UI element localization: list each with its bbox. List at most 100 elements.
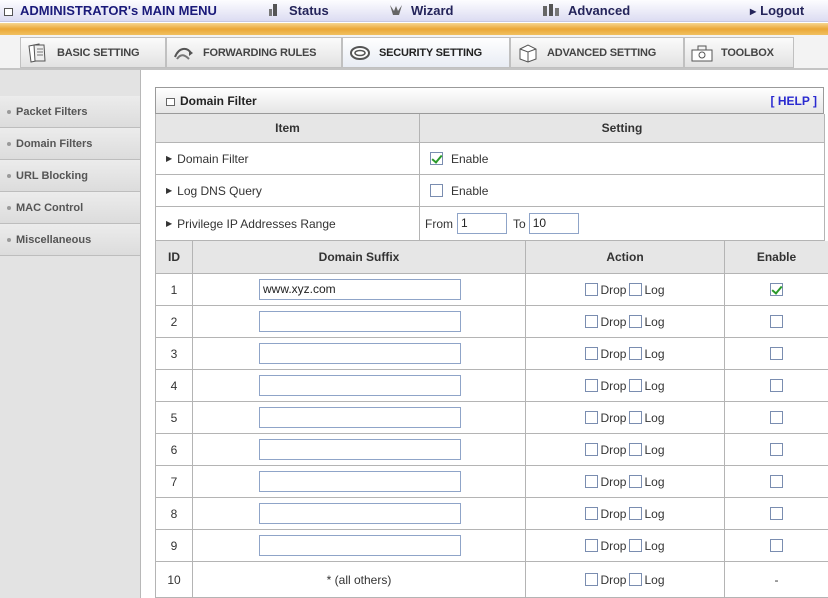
action-cell: Drop Log (526, 466, 725, 498)
log-label: Log (644, 442, 665, 457)
log-checkbox[interactable] (629, 443, 643, 456)
drop-label: Drop (600, 506, 627, 521)
to-label: To (513, 216, 526, 231)
help-link[interactable]: [ HELP ] (771, 94, 817, 108)
enable-cell: - (725, 562, 828, 598)
sidebar-item-mac-control[interactable]: MAC Control (0, 192, 140, 224)
action-cell: Drop Log (526, 274, 725, 306)
domain-suffix-input[interactable]: www.xyz.com (259, 279, 461, 300)
tab-security-setting-label: SECURITY SETTING (379, 46, 482, 59)
row-enable-checkbox[interactable] (770, 347, 783, 360)
domain-suffix-input[interactable] (259, 503, 461, 524)
status-link[interactable]: Status (268, 3, 329, 19)
row-enable-checkbox[interactable] (770, 379, 783, 392)
ip-range-to-input[interactable]: 10 (528, 213, 579, 234)
menu-square-icon (4, 7, 13, 16)
drop-checkbox[interactable] (585, 283, 599, 296)
drop-checkbox[interactable] (585, 379, 599, 392)
log-checkbox[interactable] (629, 539, 643, 552)
domain-filter-enable-label: Enable (451, 151, 489, 166)
drop-checkbox[interactable] (585, 315, 599, 328)
drop-checkbox[interactable] (585, 443, 599, 456)
drop-label: Drop (600, 346, 627, 361)
enable-cell (725, 434, 828, 466)
enable-cell (725, 530, 828, 562)
log-label: Log (644, 506, 665, 521)
log-checkbox[interactable] (629, 283, 643, 296)
domain-suffix-header: Domain Suffix (193, 241, 526, 274)
log-dns-enable-checkbox[interactable] (430, 184, 443, 197)
sidebar-item-packet-filters[interactable]: Packet Filters (0, 96, 140, 128)
tab-forwarding-rules[interactable]: FORWARDING RULES (166, 37, 342, 68)
main-menu-title[interactable]: ADMINISTRATOR's MAIN MENU (4, 3, 217, 19)
wizard-link[interactable]: Wizard (388, 3, 454, 19)
row-id: 10 (156, 562, 193, 598)
arrows-icon (174, 47, 193, 60)
tab-bar: BASIC SETTING FORWARDING RULES SECURITY … (0, 35, 828, 70)
bullet-icon (7, 206, 11, 211)
sidebar-item-miscellaneous[interactable]: Miscellaneous (0, 224, 140, 256)
domain-suffix-input[interactable] (259, 407, 461, 428)
drop-checkbox[interactable] (585, 573, 599, 586)
tab-security-setting[interactable]: SECURITY SETTING (342, 37, 510, 68)
panel-title-label: Domain Filter (180, 94, 257, 108)
tab-toolbox[interactable]: TOOLBOX (684, 37, 794, 68)
log-label: Log (644, 282, 665, 297)
row-enable-checkbox[interactable] (770, 539, 783, 552)
sidebar-item-url-blocking[interactable]: URL Blocking (0, 160, 140, 192)
toolbox-icon (691, 45, 713, 61)
row-enable-checkbox[interactable] (770, 443, 783, 456)
tab-advanced-setting[interactable]: ADVANCED SETTING (510, 37, 684, 68)
row-enable-checkbox[interactable] (770, 507, 783, 520)
domain-suffix-input[interactable] (259, 343, 461, 364)
domain-suffix-input[interactable] (259, 535, 461, 556)
logout-link[interactable]: ▶ Logout (750, 3, 804, 20)
drop-checkbox[interactable] (585, 475, 599, 488)
enable-cell (725, 370, 828, 402)
action-cell: Drop Log (526, 370, 725, 402)
row-id: 1 (156, 274, 193, 306)
sidebar-item-label: Packet Filters (16, 106, 88, 118)
log-checkbox[interactable] (629, 347, 643, 360)
row-arrow-icon: ▶ (166, 186, 173, 195)
ip-range-from-input[interactable]: 1 (457, 213, 507, 234)
log-dns-enable-label: Enable (451, 183, 489, 198)
action-cell: Drop Log (526, 434, 725, 466)
log-checkbox[interactable] (629, 315, 643, 328)
log-checkbox[interactable] (629, 573, 643, 586)
drop-checkbox[interactable] (585, 539, 599, 552)
action-cell: Drop Log (526, 338, 725, 370)
tab-advanced-setting-label: ADVANCED SETTING (547, 46, 657, 59)
domain-suffix-input[interactable] (259, 471, 461, 492)
advanced-link[interactable]: Advanced (541, 3, 630, 19)
sidebar-item-domain-filters[interactable]: Domain Filters (0, 128, 140, 160)
row-enable-checkbox[interactable] (770, 283, 783, 296)
ip-range-setting: From 1 To 10 (420, 207, 825, 241)
bullet-icon (7, 174, 11, 179)
row-enable-checkbox[interactable] (770, 315, 783, 328)
action-cell: Drop Log (526, 306, 725, 338)
domain-filter-enable-checkbox[interactable] (430, 152, 443, 165)
action-cell: Drop Log (526, 498, 725, 530)
drop-checkbox[interactable] (585, 347, 599, 360)
domain-suffix-input[interactable] (259, 311, 461, 332)
log-checkbox[interactable] (629, 475, 643, 488)
tab-basic-setting[interactable]: BASIC SETTING (20, 37, 166, 68)
log-checkbox[interactable] (629, 411, 643, 424)
domain-suffix-input[interactable] (259, 375, 461, 396)
log-label: Log (644, 538, 665, 553)
enable-cell (725, 338, 828, 370)
row-enable-checkbox[interactable] (770, 475, 783, 488)
drop-label: Drop (600, 314, 627, 329)
logout-label: Logout (760, 3, 805, 18)
domain-suffix-input[interactable] (259, 439, 461, 460)
panel-title: Domain Filter (166, 94, 257, 108)
log-label: Log (644, 314, 665, 329)
log-checkbox[interactable] (629, 507, 643, 520)
log-checkbox[interactable] (629, 379, 643, 392)
row-enable-checkbox[interactable] (770, 411, 783, 424)
document-icon (28, 42, 46, 63)
drop-checkbox[interactable] (585, 411, 599, 424)
item-header: Item (156, 114, 420, 143)
drop-checkbox[interactable] (585, 507, 599, 520)
